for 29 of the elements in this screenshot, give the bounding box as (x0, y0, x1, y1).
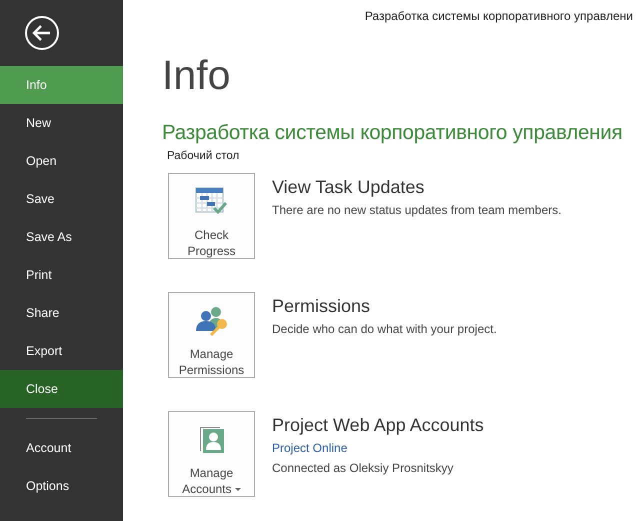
nav-item[interactable]: Save As (0, 218, 123, 256)
nav-item[interactable]: Close (0, 370, 123, 408)
project-name: Разработка системы корпоративного управления (162, 121, 624, 145)
page-heading: Info (162, 53, 232, 97)
contact-card-icon (198, 425, 224, 455)
nav-item[interactable]: Share (0, 294, 123, 332)
section-title: Permissions (272, 296, 372, 317)
nav-item[interactable]: Export (0, 332, 123, 370)
nav-item[interactable]: Options (0, 467, 123, 505)
file-location: Рабочий стол (167, 150, 240, 162)
gantt-chart-icon (194, 187, 228, 217)
section-description: Connected as Oleksiy Prosnitskyy (272, 461, 454, 475)
progress-button[interactable]: Check Progress (168, 173, 255, 259)
nav-item[interactable]: Print (0, 256, 123, 294)
window-title: Разработка системы корпоративного управлени (364, 9, 633, 23)
back-icon[interactable] (24, 15, 60, 51)
permissions-button[interactable]: Manage Permissions (168, 292, 255, 378)
accounts-button[interactable]: Manage Accounts (168, 411, 255, 497)
project-online-link[interactable]: Project Online (272, 441, 484, 455)
nav-item[interactable]: Account (0, 429, 123, 467)
caret-icon (234, 488, 241, 492)
nav-item[interactable]: Open (0, 142, 123, 180)
section-description: There are no new status updates from team members. (272, 203, 562, 217)
nav-item[interactable]: New (0, 104, 123, 142)
people-key-icon (194, 306, 228, 336)
nav-item[interactable]: Save (0, 180, 123, 218)
section-title: Project Web App Accounts (272, 415, 484, 436)
section-title: View Task Updates (272, 177, 426, 198)
section-description: Decide who can do what with your project. (272, 322, 497, 336)
